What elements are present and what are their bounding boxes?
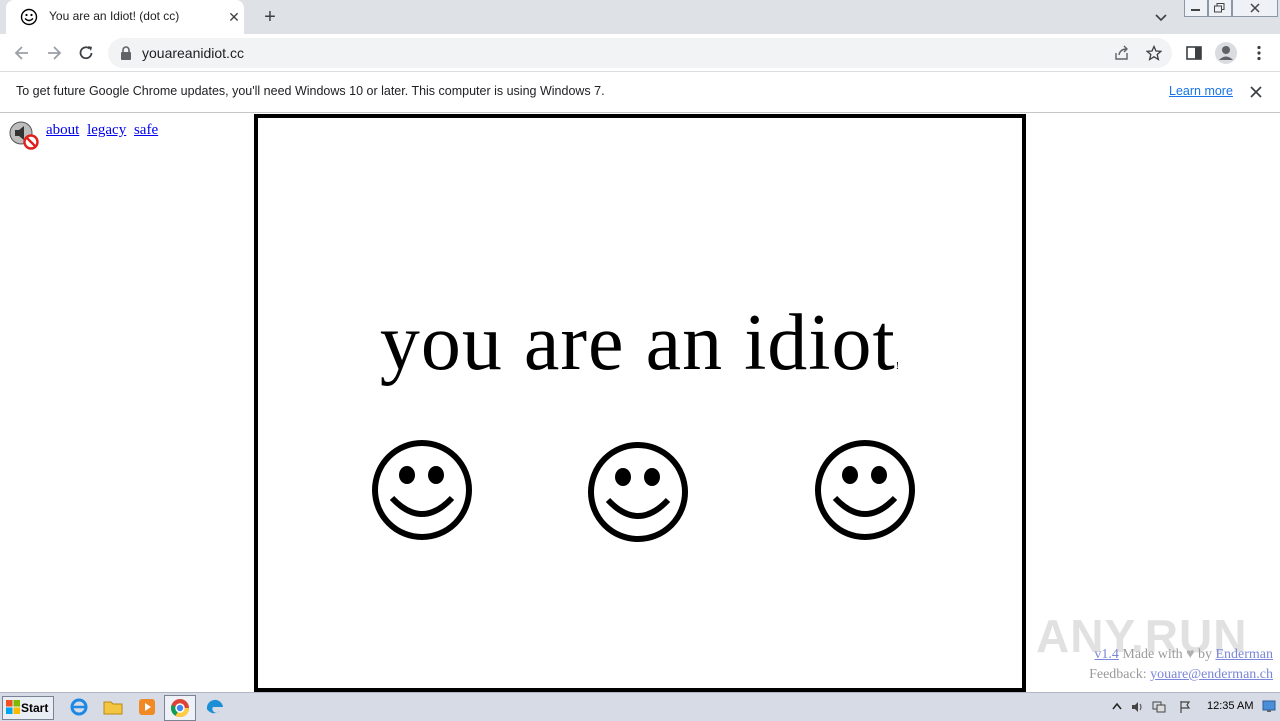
speaker-muted-icon[interactable] <box>8 120 40 150</box>
network-icon[interactable] <box>1152 700 1166 714</box>
learn-more-link[interactable]: Learn more <box>1169 84 1233 98</box>
headline-text: you are an idiot <box>379 299 896 387</box>
feedback-note: Feedback: youare@enderman.ch <box>1089 667 1273 683</box>
menu-icon[interactable] <box>1250 44 1268 62</box>
made-with-text: Made with <box>1118 647 1187 662</box>
edge-icon[interactable] <box>204 696 226 718</box>
about-link[interactable]: about <box>46 122 79 138</box>
infobar-message: To get future Google Chrome updates, you… <box>16 84 605 98</box>
safe-link[interactable]: safe <box>134 122 158 138</box>
chrome-taskbar-button[interactable] <box>164 695 196 721</box>
headline-mark: ! <box>895 361 901 372</box>
windows-logo-icon <box>6 700 20 714</box>
update-infobar: To get future Google Chrome updates, you… <box>0 72 1280 113</box>
feedback-label: Feedback: <box>1089 667 1151 682</box>
version-link[interactable]: v1.4 <box>1094 647 1119 662</box>
minimize-icon <box>1191 9 1200 11</box>
tab-youareanidiot[interactable]: You are an Idiot! (dot cc) ✕ <box>6 0 244 34</box>
new-tab-button[interactable]: + <box>260 7 280 27</box>
lock-icon[interactable] <box>120 46 132 60</box>
browser-toolbar: youareanidiot.cc <box>0 34 1280 72</box>
close-icon <box>1250 3 1260 13</box>
smiley-icon <box>815 440 915 540</box>
sidepanel-icon[interactable] <box>1185 44 1203 62</box>
taskbar: Start 12:35 AM <box>0 692 1280 721</box>
by-text: by <box>1194 647 1216 662</box>
close-icon[interactable] <box>1248 84 1264 100</box>
show-desktop-icon[interactable] <box>1262 699 1276 713</box>
url-text[interactable]: youareanidiot.cc <box>142 45 244 61</box>
chrome-icon <box>171 699 189 718</box>
tab-title: You are an Idiot! (dot cc) <box>49 9 180 23</box>
chevron-down-icon[interactable] <box>1152 8 1170 26</box>
start-button[interactable]: Start <box>2 696 54 720</box>
feedback-email-link[interactable]: youare@enderman.ch <box>1150 667 1273 682</box>
page-content: about legacy safe you are an idiot! ANY.… <box>0 113 1280 692</box>
idiot-frame[interactable]: you are an idiot! <box>254 114 1026 692</box>
top-links: about legacy safe <box>46 122 162 139</box>
media-player-icon[interactable] <box>136 696 158 718</box>
headline: you are an idiot! <box>258 298 1022 389</box>
smiley-favicon <box>20 8 38 26</box>
clock[interactable]: 12:35 AM <box>1207 700 1253 712</box>
share-icon[interactable] <box>1114 45 1130 61</box>
legacy-link[interactable]: legacy <box>87 122 126 138</box>
show-hidden-icons-icon[interactable] <box>1110 700 1124 714</box>
back-icon[interactable] <box>12 43 32 63</box>
close-window-button[interactable] <box>1232 0 1278 17</box>
action-center-flag-icon[interactable] <box>1178 700 1192 714</box>
tab-strip: You are an Idiot! (dot cc) ✕ + <box>0 0 1280 34</box>
internet-explorer-icon[interactable] <box>68 696 90 718</box>
star-icon[interactable] <box>1146 45 1162 61</box>
profile-icon[interactable] <box>1214 41 1238 65</box>
address-bar[interactable]: youareanidiot.cc <box>108 38 1172 68</box>
forward-icon[interactable] <box>44 43 64 63</box>
folder-icon[interactable] <box>102 696 124 718</box>
restore-icon <box>1214 3 1225 13</box>
minimize-button[interactable] <box>1184 0 1208 17</box>
smiley-icon <box>588 442 688 542</box>
made-with-note: v1.4 Made with ♥ by Enderman <box>1094 647 1273 663</box>
restore-button[interactable] <box>1208 0 1232 17</box>
start-label: Start <box>21 701 49 715</box>
smiley-icon <box>372 440 472 540</box>
author-link[interactable]: Enderman <box>1215 647 1273 662</box>
close-icon[interactable]: ✕ <box>225 8 243 26</box>
volume-icon[interactable] <box>1130 700 1144 714</box>
reload-icon[interactable] <box>76 43 96 63</box>
